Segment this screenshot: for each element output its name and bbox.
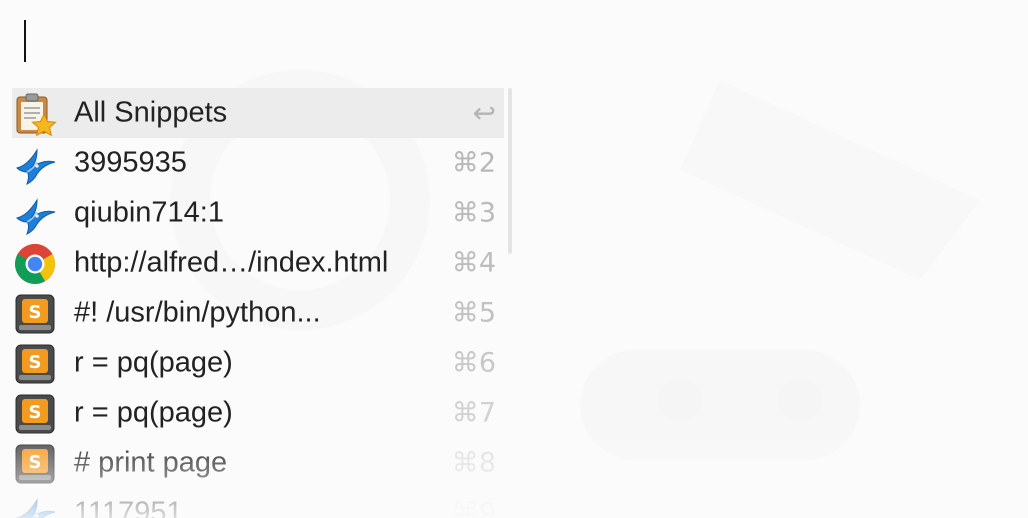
svg-text:S: S: [29, 452, 42, 473]
result-title: #! /usr/bin/python...: [74, 296, 321, 329]
result-title: All Snippets: [74, 96, 228, 129]
cmd-shortcut-hint: ⌘2: [451, 147, 496, 179]
text-cursor: [24, 20, 26, 62]
result-row[interactable]: S r = pq(page) ⌘7: [12, 388, 504, 438]
chrome-icon: [13, 242, 57, 286]
result-title: r = pq(page): [74, 346, 233, 379]
svg-text:S: S: [29, 402, 42, 423]
result-title: # print page: [74, 446, 228, 479]
result-row[interactable]: S # print page ⌘8: [12, 438, 504, 488]
bird-app-icon: [13, 492, 57, 518]
bird-app-icon: [13, 142, 57, 186]
sublime-text-icon: S: [13, 392, 57, 436]
result-row[interactable]: All Snippets ↩: [12, 88, 504, 138]
cmd-shortcut-hint: ⌘6: [451, 347, 496, 379]
sublime-text-icon: S: [13, 292, 57, 336]
result-title: qiubin714:1: [74, 196, 224, 229]
launcher-window: All Snippets ↩ 3995935 ⌘2 qiubin714:1 ⌘3 ht…: [0, 0, 1028, 518]
sublime-text-icon: S: [13, 442, 57, 486]
result-row[interactable]: 1117951 ⌘9: [12, 488, 504, 518]
cmd-shortcut-hint: ⌘4: [451, 247, 496, 279]
result-title: 3995935: [74, 146, 187, 179]
cmd-shortcut-hint: ⌘7: [451, 397, 496, 429]
snippets-clipboard-icon: [13, 92, 57, 137]
cmd-shortcut-hint: ⌘3: [451, 197, 496, 229]
result-title: http://alfred…/index.html: [74, 246, 389, 279]
cmd-shortcut-hint: ⌘9: [451, 497, 496, 518]
result-title: 1117951: [74, 496, 183, 518]
result-row[interactable]: S r = pq(page) ⌘6: [12, 338, 504, 388]
svg-text:S: S: [29, 352, 42, 373]
bird-app-icon: [13, 192, 57, 236]
result-row[interactable]: http://alfred…/index.html ⌘4: [12, 238, 504, 288]
sublime-text-icon: S: [13, 342, 57, 386]
result-row[interactable]: S #! /usr/bin/python... ⌘5: [12, 288, 504, 338]
svg-text:S: S: [29, 302, 42, 323]
cmd-shortcut-hint: ⌘8: [451, 447, 496, 479]
return-shortcut-hint: ↩: [472, 96, 496, 130]
result-title: r = pq(page): [74, 396, 233, 429]
search-input[interactable]: [14, 14, 1008, 68]
results-list: All Snippets ↩ 3995935 ⌘2 qiubin714:1 ⌘3 ht…: [12, 88, 504, 518]
results-scrollbar[interactable]: [508, 88, 512, 254]
cmd-shortcut-hint: ⌘5: [451, 297, 496, 329]
result-row[interactable]: 3995935 ⌘2: [12, 138, 504, 188]
result-row[interactable]: qiubin714:1 ⌘3: [12, 188, 504, 238]
